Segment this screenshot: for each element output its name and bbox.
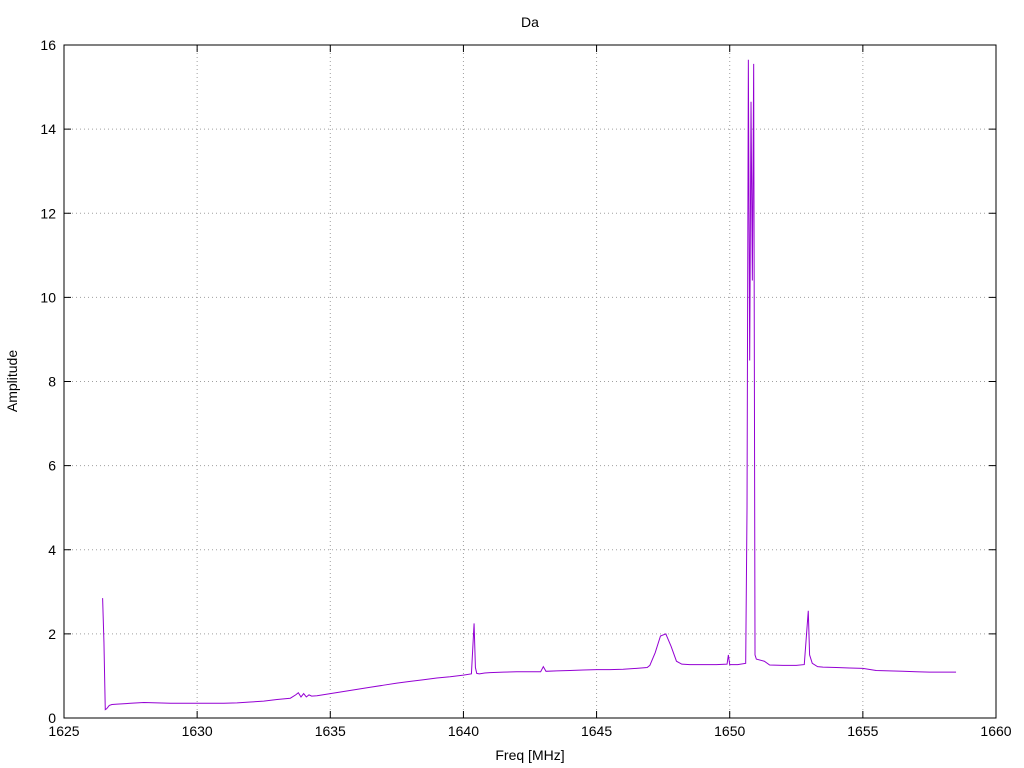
y-axis-label: Amplitude xyxy=(4,350,20,412)
x-tick-label: 1645 xyxy=(581,723,612,739)
x-tick-label: 1640 xyxy=(448,723,479,739)
y-tick-label: 2 xyxy=(48,626,56,642)
grid xyxy=(64,45,996,718)
tick-labels: 1625 1630 1635 1640 1645 1650 1655 166002468101… xyxy=(40,37,1011,739)
x-tick-label: 1660 xyxy=(980,723,1011,739)
x-tick-label: 1655 xyxy=(847,723,878,739)
x-axis-label: Freq [MHz] xyxy=(495,747,564,763)
y-tick-label: 16 xyxy=(40,37,56,53)
x-tick-label: 1630 xyxy=(182,723,213,739)
y-tick-label: 4 xyxy=(48,542,56,558)
y-tick-label: 12 xyxy=(40,205,56,221)
y-tick-label: 14 xyxy=(40,121,56,137)
y-tick-label: 6 xyxy=(48,458,56,474)
y-tick-label: 0 xyxy=(48,710,56,726)
chart-title: Da xyxy=(521,14,539,30)
y-tick-label: 8 xyxy=(48,374,56,390)
series-line xyxy=(102,59,957,711)
y-tick-label: 10 xyxy=(40,289,56,305)
x-tick-label: 1650 xyxy=(714,723,745,739)
chart: Da 1625 1630 1635 1640 1645 1650 1655 166002468… xyxy=(4,14,1012,763)
x-tick-label: 1635 xyxy=(315,723,346,739)
